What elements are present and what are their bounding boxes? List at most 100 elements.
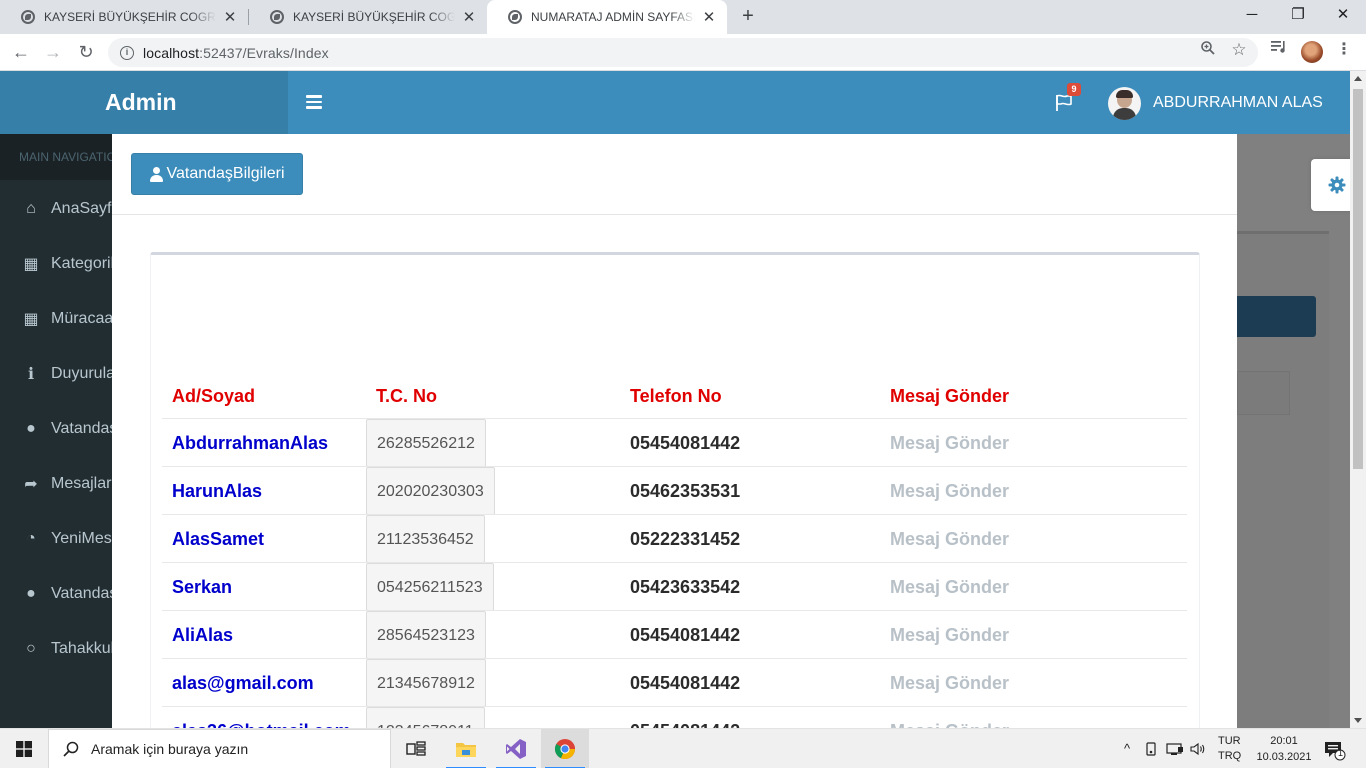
browser-tabstrip: KAYSERİ BÜYÜKŞEHİR COGRAFİ BİLGİ SİSTEMİ… xyxy=(0,0,1366,34)
chrome-icon[interactable] xyxy=(541,729,589,768)
modal-header: VatandaşBilgileri xyxy=(112,134,1237,215)
send-message-link[interactable]: Mesaj Gönder xyxy=(890,515,1009,563)
close-icon[interactable]: ✕ xyxy=(461,8,477,26)
hamburger-menu-icon[interactable] xyxy=(306,95,322,109)
send-message-link[interactable]: Mesaj Gönder xyxy=(890,563,1009,611)
scroll-down-icon[interactable] xyxy=(1354,718,1362,723)
url-host: localhost xyxy=(143,44,200,61)
table-row: alas36@hotmail.com 12345678911 054540814… xyxy=(162,706,1187,728)
phone-number: 05454081442 xyxy=(630,673,741,693)
url-text: localhost:52437/Evraks/Index xyxy=(143,45,329,61)
close-icon[interactable]: ✕ xyxy=(222,8,238,26)
tab-title: KAYSERİ BÜYÜKŞEHİR COGRAFİ BİLGİ SİSTEMİ xyxy=(44,10,216,24)
citizen-name-link[interactable]: Serkan xyxy=(172,563,232,611)
browser-tab-3-active[interactable]: NUMARATAJ ADMİN SAYFASI ✕ xyxy=(487,0,727,34)
browser-tab-1[interactable]: KAYSERİ BÜYÜKŞEHİR COGRAFİ BİLGİ SİSTEMİ… xyxy=(0,0,248,34)
tc-number: 21123536452 xyxy=(366,515,485,563)
dashboard-icon: ◔ xyxy=(26,529,36,547)
search-placeholder: Aramak için buraya yazın xyxy=(91,741,249,757)
back-icon[interactable]: ← xyxy=(8,40,34,64)
globe-icon xyxy=(21,10,35,24)
tray-device-icon[interactable] xyxy=(1142,729,1160,768)
citizen-name-link[interactable]: HarunAlas xyxy=(172,467,262,515)
phone-number: 05454081442 xyxy=(630,707,740,728)
column-header: Telefon No xyxy=(630,386,722,406)
globe-icon xyxy=(508,10,522,24)
new-tab-icon[interactable]: + xyxy=(737,5,759,27)
menu-kebab-icon[interactable]: ⋮ xyxy=(1334,40,1354,60)
profile-avatar[interactable] xyxy=(1301,41,1323,63)
citizen-name-link[interactable]: alas36@hotmail.com xyxy=(172,707,351,728)
restore-icon[interactable]: ❐ xyxy=(1275,0,1321,30)
send-message-link[interactable]: Mesaj Gönder xyxy=(890,659,1009,707)
citizen-modal: VatandaşBilgileri Ad/Soyad T.C. No Telef… xyxy=(112,134,1237,728)
citizen-name-link[interactable]: AbdurrahmanAlas xyxy=(172,419,328,467)
site-info-icon[interactable]: i xyxy=(120,45,134,60)
minimize-icon[interactable]: ─ xyxy=(1229,0,1275,30)
action-center-count: 1 xyxy=(1337,748,1343,758)
settings-gear-icon[interactable] xyxy=(1311,159,1350,211)
admin-logo[interactable]: Admin xyxy=(0,71,288,134)
send-message-link[interactable]: Mesaj Gönder xyxy=(890,707,1009,728)
phone-number: 05423633542 xyxy=(630,577,741,597)
page-scrollbar[interactable] xyxy=(1350,71,1366,728)
tc-number: 26285526212 xyxy=(366,419,486,467)
volume-icon[interactable] xyxy=(1188,729,1208,768)
scroll-up-icon[interactable] xyxy=(1354,76,1362,81)
zoom-icon[interactable] xyxy=(1198,40,1218,60)
close-icon[interactable]: ✕ xyxy=(701,8,717,26)
media-playlist-icon[interactable] xyxy=(1269,40,1289,60)
citizen-name-link[interactable]: AliAlas xyxy=(172,611,233,659)
reload-icon[interactable]: ↻ xyxy=(73,40,99,64)
bookmark-star-icon[interactable]: ☆ xyxy=(1229,40,1249,60)
windows-start-icon[interactable] xyxy=(0,729,48,768)
home-icon: ⌂ xyxy=(26,199,36,217)
web-page: Admin 9 ABDURRAHMAN ALAS MAIN NAVIGATION… xyxy=(0,71,1350,728)
send-message-link[interactable]: Mesaj Gönder xyxy=(890,419,1009,467)
tc-number: 12345678911 xyxy=(366,707,485,728)
clock-date: 10.03.2021 xyxy=(1256,751,1312,763)
scrollbar-thumb[interactable] xyxy=(1353,89,1363,469)
forward-icon[interactable]: → xyxy=(40,40,66,64)
file-explorer-icon[interactable] xyxy=(442,729,490,768)
address-bar[interactable]: i localhost:52437/Evraks/Index xyxy=(108,38,1258,67)
user-avatar[interactable] xyxy=(1108,87,1141,120)
column-header: T.C. No xyxy=(376,386,437,406)
system-clock[interactable]: 20:01 10.03.2021 xyxy=(1248,733,1320,765)
send-message-link[interactable]: Mesaj Gönder xyxy=(890,467,1009,515)
table-row: AbdurrahmanAlas 26285526212 05454081442 … xyxy=(162,418,1187,467)
user-name[interactable]: ABDURRAHMAN ALAS xyxy=(1153,71,1323,134)
button-label: VatandaşBilgileri xyxy=(166,165,285,182)
send-message-link[interactable]: Mesaj Gönder xyxy=(890,611,1009,659)
background-select xyxy=(1237,371,1290,415)
window-close-icon[interactable]: ✕ xyxy=(1320,0,1366,30)
visual-studio-icon[interactable] xyxy=(492,729,540,768)
clock-time: 20:01 xyxy=(1270,735,1298,747)
circle-icon: ○ xyxy=(26,639,36,657)
column-header: Ad/Soyad xyxy=(172,386,256,406)
url-path: :52437/Evraks/Index xyxy=(199,44,329,61)
taskbar-search-box[interactable]: Aramak için buraya yazın xyxy=(48,729,391,768)
phone-number: 05462353531 xyxy=(630,481,741,501)
tc-number: 202020230303 xyxy=(366,467,495,515)
keyboard-layout: TRQ xyxy=(1218,750,1242,762)
table-row: AlasSamet 21123536452 05222331452 Mesaj … xyxy=(162,514,1187,563)
table-row: alas@gmail.com 21345678912 05454081442 M… xyxy=(162,658,1187,707)
vatandas-bilgileri-button[interactable]: VatandaşBilgileri xyxy=(131,153,303,195)
citizen-name-link[interactable]: AlasSamet xyxy=(172,515,264,563)
sidebar-item-label: Duyurular xyxy=(51,364,121,382)
table-header-row: Ad/Soyad T.C. No Telefon No Mesaj Gönder xyxy=(162,374,1187,422)
citizen-name-link[interactable]: alas@gmail.com xyxy=(172,659,314,707)
admin-topbar: Admin 9 ABDURRAHMAN ALAS xyxy=(0,71,1350,134)
tray-chevron-icon[interactable]: ^ xyxy=(1118,729,1136,768)
browser-tab-2[interactable]: KAYSERİ BÜYÜKŞEHİR COGRAFİ BİLGİ SİSTEMİ… xyxy=(249,0,487,34)
task-view-icon[interactable] xyxy=(392,729,440,768)
notification-badge: 9 xyxy=(1067,83,1081,96)
action-center-icon[interactable]: 1 xyxy=(1322,737,1346,761)
network-icon[interactable] xyxy=(1164,729,1186,768)
tc-number: 28564523123 xyxy=(366,611,486,659)
user-icon: ● xyxy=(26,419,36,437)
screen: KAYSERİ BÜYÜKŞEHİR COGRAFİ BİLGİ SİSTEMİ… xyxy=(0,0,1366,768)
phone-number: 05454081442 xyxy=(630,433,741,453)
input-language[interactable]: TUR TRQ xyxy=(1218,734,1241,764)
